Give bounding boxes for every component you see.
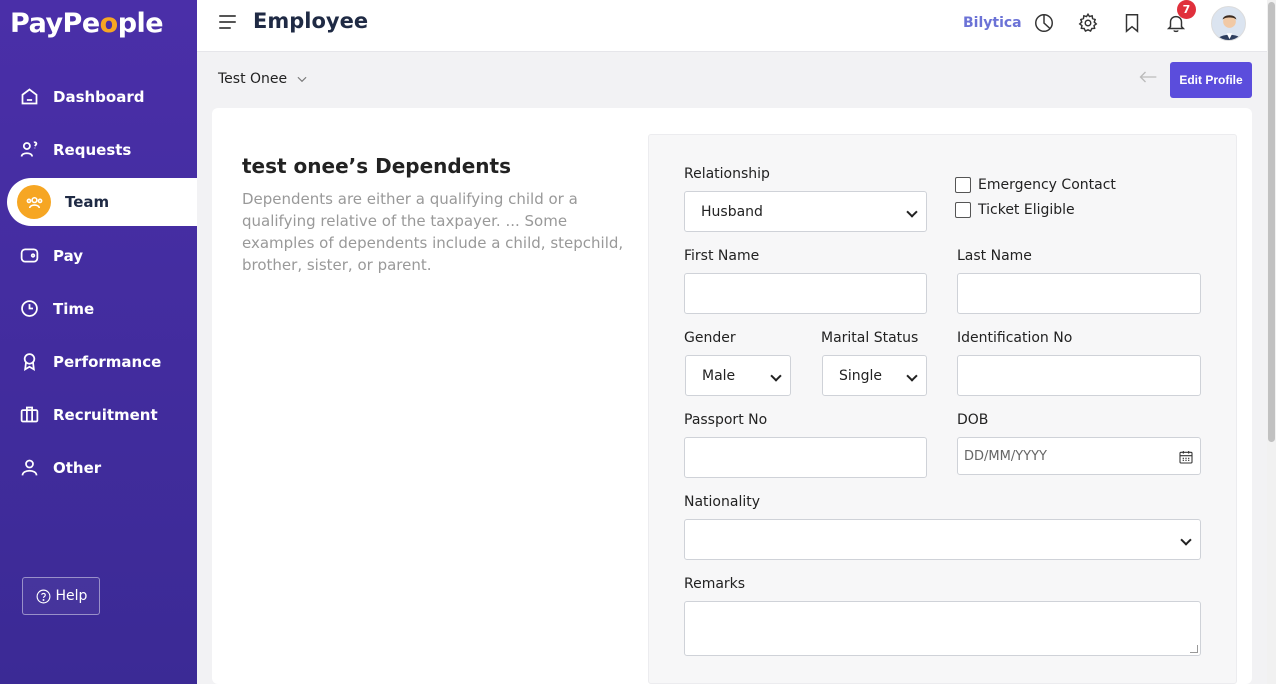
dependents-card: test onee’s Dependents Dependents are ei… xyxy=(212,108,1252,684)
briefcase-icon xyxy=(18,404,40,426)
page-scrollbar[interactable] xyxy=(1267,0,1276,684)
employee-name: Test Onee xyxy=(218,71,288,87)
home-icon xyxy=(18,86,40,108)
edit-profile-button[interactable]: Edit Profile xyxy=(1170,62,1252,98)
passport-input[interactable] xyxy=(684,437,927,478)
gender-label: Gender xyxy=(684,330,736,346)
sidebar-item-label: Other xyxy=(53,458,102,477)
help-button[interactable]: Help xyxy=(22,577,100,615)
pie-chart-icon[interactable] xyxy=(1033,12,1057,36)
dependents-title: test onee’s Dependents xyxy=(242,154,511,178)
marital-status-select[interactable]: Single xyxy=(822,355,927,396)
identification-label: Identification No xyxy=(957,330,1073,346)
user-avatar[interactable] xyxy=(1211,6,1246,41)
resize-grip[interactable] xyxy=(1190,645,1198,653)
last-name-label: Last Name xyxy=(957,248,1032,264)
help-circle-icon xyxy=(36,589,50,603)
scrollbar-thumb[interactable] xyxy=(1268,2,1275,442)
employee-selector[interactable]: Test Onee xyxy=(218,71,309,87)
avatar-person-icon xyxy=(1212,7,1245,40)
sidebar-item-pay[interactable]: Pay xyxy=(0,229,197,282)
first-name-label: First Name xyxy=(684,248,760,264)
sidebar-nav: Dashboard Requests Team Pay Time Perform… xyxy=(0,70,197,494)
paypeople-logo[interactable]: PayPeople xyxy=(10,8,164,39)
user-question-icon xyxy=(18,139,40,161)
sidebar-item-label: Team xyxy=(65,193,110,211)
notification-badge: 7 xyxy=(1177,0,1196,19)
sidebar-item-dashboard[interactable]: Dashboard xyxy=(0,70,197,123)
sidebar-item-recruitment[interactable]: Recruitment xyxy=(0,388,197,441)
hamburger-menu-icon[interactable] xyxy=(219,15,239,35)
wallet-icon xyxy=(18,245,40,267)
sidebar-item-label: Dashboard xyxy=(53,87,145,106)
bookmark-icon[interactable] xyxy=(1121,12,1145,36)
sidebar-item-requests[interactable]: Requests xyxy=(0,123,197,176)
sidebar-item-time[interactable]: Time xyxy=(0,282,197,335)
remarks-textarea[interactable] xyxy=(684,601,1201,656)
ticket-eligible-checkbox[interactable]: Ticket Eligible xyxy=(955,202,1075,218)
identification-input[interactable] xyxy=(957,355,1201,396)
remarks-label: Remarks xyxy=(684,576,746,592)
last-name-input[interactable] xyxy=(957,273,1201,314)
passport-label: Passport No xyxy=(684,412,768,428)
clock-icon xyxy=(18,298,40,320)
nationality-label: Nationality xyxy=(684,494,761,510)
sidebar-item-label: Time xyxy=(53,299,95,318)
sidebar-item-label: Pay xyxy=(53,246,84,265)
marital-status-label: Marital Status xyxy=(821,330,919,346)
top-header: Employee Bilytica 7 xyxy=(197,0,1267,52)
company-name[interactable]: Bilytica xyxy=(963,15,1022,31)
sidebar-item-label: Recruitment xyxy=(53,405,158,424)
emergency-contact-checkbox[interactable]: Emergency Contact xyxy=(955,177,1116,193)
dependent-form: Relationship Husband Emergency Contact T… xyxy=(648,134,1237,684)
team-icon xyxy=(17,185,51,219)
sidebar-item-team[interactable]: Team xyxy=(7,178,197,226)
sidebar-item-label: Performance xyxy=(53,352,162,371)
sidebar-item-label: Requests xyxy=(53,140,132,159)
sidebar-item-performance[interactable]: Performance xyxy=(0,335,197,388)
sidebar: PayPeople Dashboard Requests Team Pay Ti… xyxy=(0,0,197,684)
checkbox-box[interactable] xyxy=(955,177,971,193)
calendar-icon[interactable] xyxy=(1178,449,1194,465)
first-name-input[interactable] xyxy=(684,273,927,314)
dob-label: DOB xyxy=(957,412,989,428)
relationship-label: Relationship xyxy=(684,166,770,182)
user-icon xyxy=(18,457,40,479)
sidebar-item-other[interactable]: Other xyxy=(0,441,197,494)
help-label: Help xyxy=(55,588,88,604)
checkbox-box[interactable] xyxy=(955,202,971,218)
award-icon xyxy=(18,351,40,373)
chevron-down-icon xyxy=(297,76,307,83)
page-title: Employee xyxy=(253,9,369,33)
dependents-description: Dependents are either a qualifying child… xyxy=(242,190,624,274)
dob-input[interactable]: DD/MM/YYYY xyxy=(957,437,1201,475)
nationality-select[interactable] xyxy=(684,519,1201,560)
dob-placeholder: DD/MM/YYYY xyxy=(964,448,1047,464)
gender-select[interactable]: Male xyxy=(685,355,791,396)
back-arrow-icon[interactable] xyxy=(1138,68,1160,86)
gear-icon[interactable] xyxy=(1077,12,1101,36)
relationship-select[interactable]: Husband xyxy=(684,191,927,232)
